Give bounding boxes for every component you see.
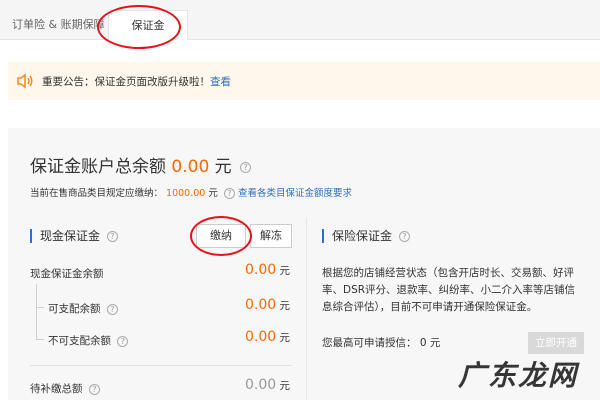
question-icon[interactable]: ? (240, 161, 252, 173)
question-icon[interactable]: ? (223, 188, 235, 199)
watermark: 广东龙网 (458, 359, 579, 392)
requirement-label: 当前在售商品类目规定应缴纳： (30, 188, 164, 199)
available-balance-value: 0.00 元 (245, 297, 290, 313)
unavailable-balance-label: 不可支配余额 ? (48, 333, 129, 348)
unavailable-balance-unit: 元 (279, 332, 291, 344)
account-total-amount: 0.00 (171, 157, 210, 177)
tab-order-insurance[interactable]: 订单险 & 账期保障 (12, 10, 105, 40)
insurance-max-credit: 您最高可申请授信： 0 元 (322, 335, 440, 350)
unavailable-balance-text: 不可支配余额 (48, 335, 111, 347)
section-divider (30, 365, 292, 366)
question-icon[interactable]: ? (106, 231, 118, 242)
question-icon[interactable]: ? (88, 383, 100, 395)
question-icon[interactable]: ? (117, 335, 129, 347)
pending-total-unit: 元 (279, 380, 291, 392)
available-balance-amount: 0.00 (244, 297, 277, 313)
tab-bar: 订单险 & 账期保障 保证金 (0, 0, 600, 40)
annotation-circle-pay (190, 216, 252, 256)
insurance-description: 根据您的店铺经营状态（包含开店时长、交易额、好评率、DSR评分、退款率、纠纷率、… (322, 267, 576, 313)
insurance-max-label: 您最高可申请授信： (322, 337, 417, 349)
tree-line (36, 284, 37, 340)
unavailable-balance-amount: 0.00 (244, 329, 277, 345)
cash-balance-label: 现金保证金余额 (30, 268, 104, 280)
requirement-unit: 元 (208, 188, 218, 199)
insurance-deposit-title: 保险保证金 ? (322, 229, 410, 243)
insurance-max-unit: 元 (429, 337, 441, 349)
question-icon[interactable]: ? (106, 303, 118, 315)
insurance-deposit-title-text: 保险保证金 (332, 229, 393, 243)
cash-deposit-title-text: 现金保证金 (40, 229, 101, 243)
announcement-bar: 重要公告：保证金页面改版升级啦！查看 (8, 62, 600, 100)
column-divider (306, 218, 307, 400)
announcement-text: 重要公告：保证金页面改版升级啦！查看 (42, 74, 231, 89)
available-balance-unit: 元 (279, 300, 291, 312)
question-icon[interactable]: ? (398, 231, 410, 242)
available-balance-text: 可支配余额 (48, 303, 101, 315)
cash-balance-amount: 0.00 (244, 262, 277, 278)
pending-total-label: 待补缴总额 ? (30, 381, 100, 396)
speaker-icon (17, 73, 33, 89)
category-requirement-line: 当前在售商品类目规定应缴纳： 1000.00 元 ? 查看各类目保证金额度要求 (30, 185, 352, 199)
requirement-amount: 1000.00 (166, 188, 206, 199)
account-total-label: 保证金账户总余额 (30, 157, 166, 177)
pending-total-value: 0.00 元 (245, 377, 290, 393)
tree-branch (36, 339, 44, 340)
annotation-circle-tab (97, 5, 181, 49)
unavailable-balance-value: 0.00 元 (245, 329, 290, 345)
cash-deposit-title: 现金保证金 ? (30, 229, 118, 243)
category-requirements-link[interactable]: 查看各类目保证金额度要求 (238, 188, 352, 199)
tree-branch (36, 307, 44, 308)
announcement-view-link[interactable]: 查看 (210, 76, 231, 88)
pending-total-amount: 0.00 (244, 377, 277, 393)
insurance-max-value: 0 (419, 337, 427, 349)
pending-total-text: 待补缴总额 (30, 383, 83, 395)
cash-balance-value: 0.00 元 (245, 262, 290, 278)
announcement-message: 重要公告：保证金页面改版升级啦！ (42, 76, 210, 88)
account-total-unit: 元 (214, 157, 232, 177)
open-now-button[interactable]: 立即开通 (528, 332, 584, 354)
account-total-heading: 保证金账户总余额 0.00 元 ? (30, 152, 252, 177)
unfreeze-button[interactable]: 解冻 (250, 224, 292, 248)
cash-balance-unit: 元 (279, 265, 291, 277)
available-balance-label: 可支配余额 ? (48, 301, 118, 316)
